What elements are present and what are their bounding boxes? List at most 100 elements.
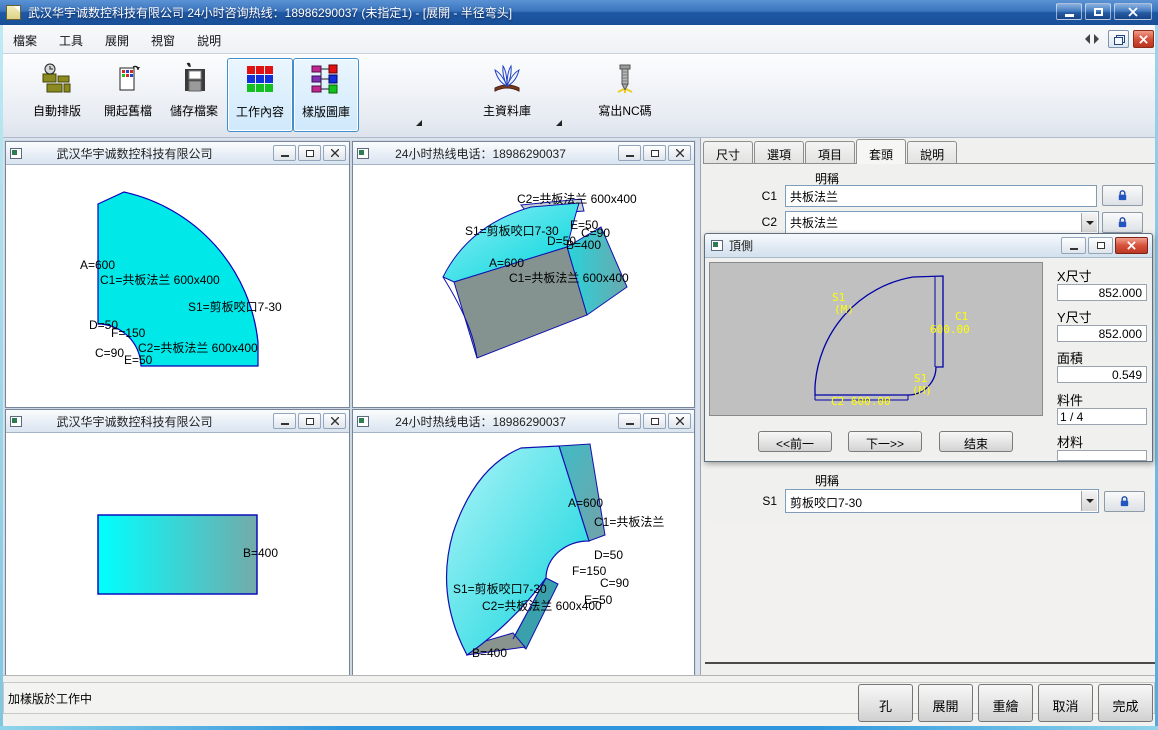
toolbar-write-nc[interactable]: 寫出NC碼 — [585, 58, 665, 132]
menu-file[interactable]: 檔案 — [4, 25, 46, 49]
menu-tools[interactable]: 工具 — [50, 25, 92, 49]
menu-help[interactable]: 說明 — [188, 25, 230, 49]
child-close-button[interactable] — [668, 145, 691, 161]
previous-button[interactable]: <<前一 — [758, 431, 832, 452]
s1-dropdown-button[interactable] — [1081, 491, 1097, 511]
y-size-label: Y尺寸 — [1057, 307, 1149, 326]
tab-options[interactable]: 選項 — [754, 141, 804, 163]
drawing-canvas-3d-fan[interactable]: A=600 C1=共板法兰 D=50 F=150 C=90 E=50 S1=剪板… — [353, 433, 694, 675]
child-restore-button[interactable] — [298, 413, 321, 429]
s1-value-text: 剪板咬口7-30 — [790, 496, 862, 510]
mdi-prev-icon[interactable] — [1080, 34, 1090, 44]
finish-button[interactable]: 结束 — [939, 431, 1013, 452]
child-close-button[interactable] — [323, 413, 346, 429]
close-icon — [1127, 241, 1136, 250]
restore-icon — [1114, 35, 1123, 43]
hole-button[interactable]: 孔 — [858, 684, 913, 722]
minimize-icon — [626, 423, 634, 425]
child-minimize-button[interactable] — [618, 145, 641, 161]
dim-label: A=600 — [568, 496, 603, 510]
child-titlebar[interactable]: 24小时热线电话：18986290037 — [353, 410, 694, 433]
child-close-button[interactable] — [323, 145, 346, 161]
material-label: 材料 — [1057, 432, 1149, 451]
toolbar-template-library[interactable]: 樣版圖庫 — [293, 58, 359, 132]
child-restore-button[interactable] — [298, 145, 321, 161]
drawing-canvas-rect[interactable]: B=400 — [6, 433, 349, 675]
c1-lock-button[interactable] — [1102, 185, 1143, 206]
mdi-close-button[interactable] — [1133, 30, 1154, 48]
tab-notes[interactable]: 說明 — [907, 141, 957, 163]
toolbar-label: 自動排版 — [17, 102, 97, 119]
maximize-icon — [1094, 8, 1103, 16]
c2-lock-button[interactable] — [1102, 212, 1143, 233]
app-icon — [6, 5, 21, 20]
done-button[interactable]: 完成 — [1098, 684, 1153, 722]
tab-connectors[interactable]: 套頭 — [856, 139, 906, 164]
unfold-button[interactable]: 展開 — [918, 684, 973, 722]
toolbar-overflow-icon[interactable] — [556, 120, 562, 126]
child-titlebar[interactable]: 24小时热线电话：18986290037 — [353, 142, 694, 165]
dim-label: C2=共板法兰 600x400 — [482, 599, 602, 613]
menubar: 檔案 工具 展開 視窗 說明 — [0, 25, 1158, 54]
child-close-button[interactable] — [668, 413, 691, 429]
toolbar-label: 寫出NC碼 — [585, 102, 665, 119]
minimize-icon — [281, 155, 289, 157]
s1-lock-button[interactable] — [1104, 491, 1145, 512]
tab-dimensions[interactable]: 尺寸 — [703, 141, 753, 163]
mdi-window-3d-top[interactable]: 24小时热线电话：18986290037 — [352, 141, 695, 408]
dialog-close-button[interactable] — [1115, 237, 1148, 254]
drawing-canvas-3d[interactable]: C2=共板法兰 600x400 S1=剪板咬口7-30 E=50 C=90 D=… — [353, 165, 694, 407]
maximize-button[interactable] — [1085, 3, 1111, 20]
dim-label: A=600 — [489, 256, 524, 270]
mdi-next-icon[interactable] — [1094, 34, 1104, 44]
dim-label: D=50 — [594, 548, 623, 562]
mdi-window-side-panel[interactable]: 武汉华宇诚数控科技有限公司 B=400 — [5, 409, 350, 676]
mdi-window-flat-pattern[interactable]: 武汉华宇诚数控科技有限公司 A=600 C1=共板法兰 600x400 S1=剪… — [5, 141, 350, 408]
toolbar-auto-nest[interactable]: 自動排版 — [17, 58, 97, 132]
next-button[interactable]: 下一>> — [848, 431, 922, 452]
minimize-button[interactable] — [1056, 3, 1082, 20]
child-window-title: 武汉华宇诚数控科技有限公司 — [6, 145, 263, 162]
child-titlebar[interactable]: 武汉华宇诚数控科技有限公司 — [6, 142, 349, 165]
minimize-icon — [1070, 248, 1078, 250]
x-size-label: X尺寸 — [1057, 266, 1149, 285]
top-side-dialog[interactable]: 頂側 S1 (M) C1 600.00 S1 (M) — [704, 233, 1153, 462]
close-button[interactable] — [1114, 3, 1152, 20]
dialog-minimize-button[interactable] — [1061, 237, 1086, 254]
child-minimize-button[interactable] — [618, 413, 641, 429]
redraw-button[interactable]: 重繪 — [978, 684, 1033, 722]
restore-icon — [1097, 242, 1105, 249]
toolbar-overflow-icon[interactable] — [416, 120, 422, 126]
c1-value-field[interactable]: 共板法兰 — [785, 185, 1097, 207]
toolbar-work-content[interactable]: 工作內容 — [227, 58, 293, 132]
menu-window[interactable]: 視窗 — [142, 25, 184, 49]
status-text: 加樣版於工作中 — [8, 690, 92, 707]
dim-label: B=400 — [472, 646, 507, 660]
s1-combobox[interactable]: 剪板咬口7-30 — [785, 489, 1099, 513]
dialog-restore-button[interactable] — [1088, 237, 1113, 254]
menu-unfold[interactable]: 展開 — [96, 25, 138, 49]
child-minimize-button[interactable] — [273, 413, 296, 429]
dialog-icon — [711, 240, 723, 251]
dim-label: B=400 — [566, 238, 601, 252]
dim-label: F=150 — [111, 326, 146, 340]
mdi-restore-button[interactable] — [1108, 30, 1129, 48]
mdi-workspace: 武汉华宇诚数控科技有限公司 A=600 C1=共板法兰 600x400 S1=剪… — [0, 138, 700, 675]
child-restore-button[interactable] — [643, 145, 666, 161]
child-restore-button[interactable] — [643, 413, 666, 429]
toolbar-save-file[interactable]: 儲存檔案 — [154, 58, 234, 132]
child-minimize-button[interactable] — [273, 145, 296, 161]
c2-dropdown-button[interactable] — [1081, 213, 1097, 232]
c2-combobox[interactable]: 共板法兰 — [785, 211, 1099, 234]
mdi-window-3d-front[interactable]: 24小时热线电话：18986290037 — [352, 409, 695, 676]
drawing-canvas-2d[interactable]: A=600 C1=共板法兰 600x400 S1=剪板咬口7-30 D=50 F… — [6, 165, 349, 407]
cancel-button[interactable]: 取消 — [1038, 684, 1093, 722]
child-titlebar[interactable]: 武汉华宇诚数控科技有限公司 — [6, 410, 349, 433]
toolbar-main-database[interactable]: 主資料庫 — [467, 58, 547, 132]
window-title: 武汉华宇诚数控科技有限公司 24小时咨询热线：18986290037 (未指定1… — [28, 4, 512, 21]
row-key-s1: S1 — [753, 494, 777, 508]
tab-items[interactable]: 項目 — [805, 141, 855, 163]
dim-label: C=90 — [95, 346, 124, 360]
dialog-titlebar[interactable]: 頂側 — [705, 234, 1152, 258]
close-icon — [676, 149, 684, 157]
